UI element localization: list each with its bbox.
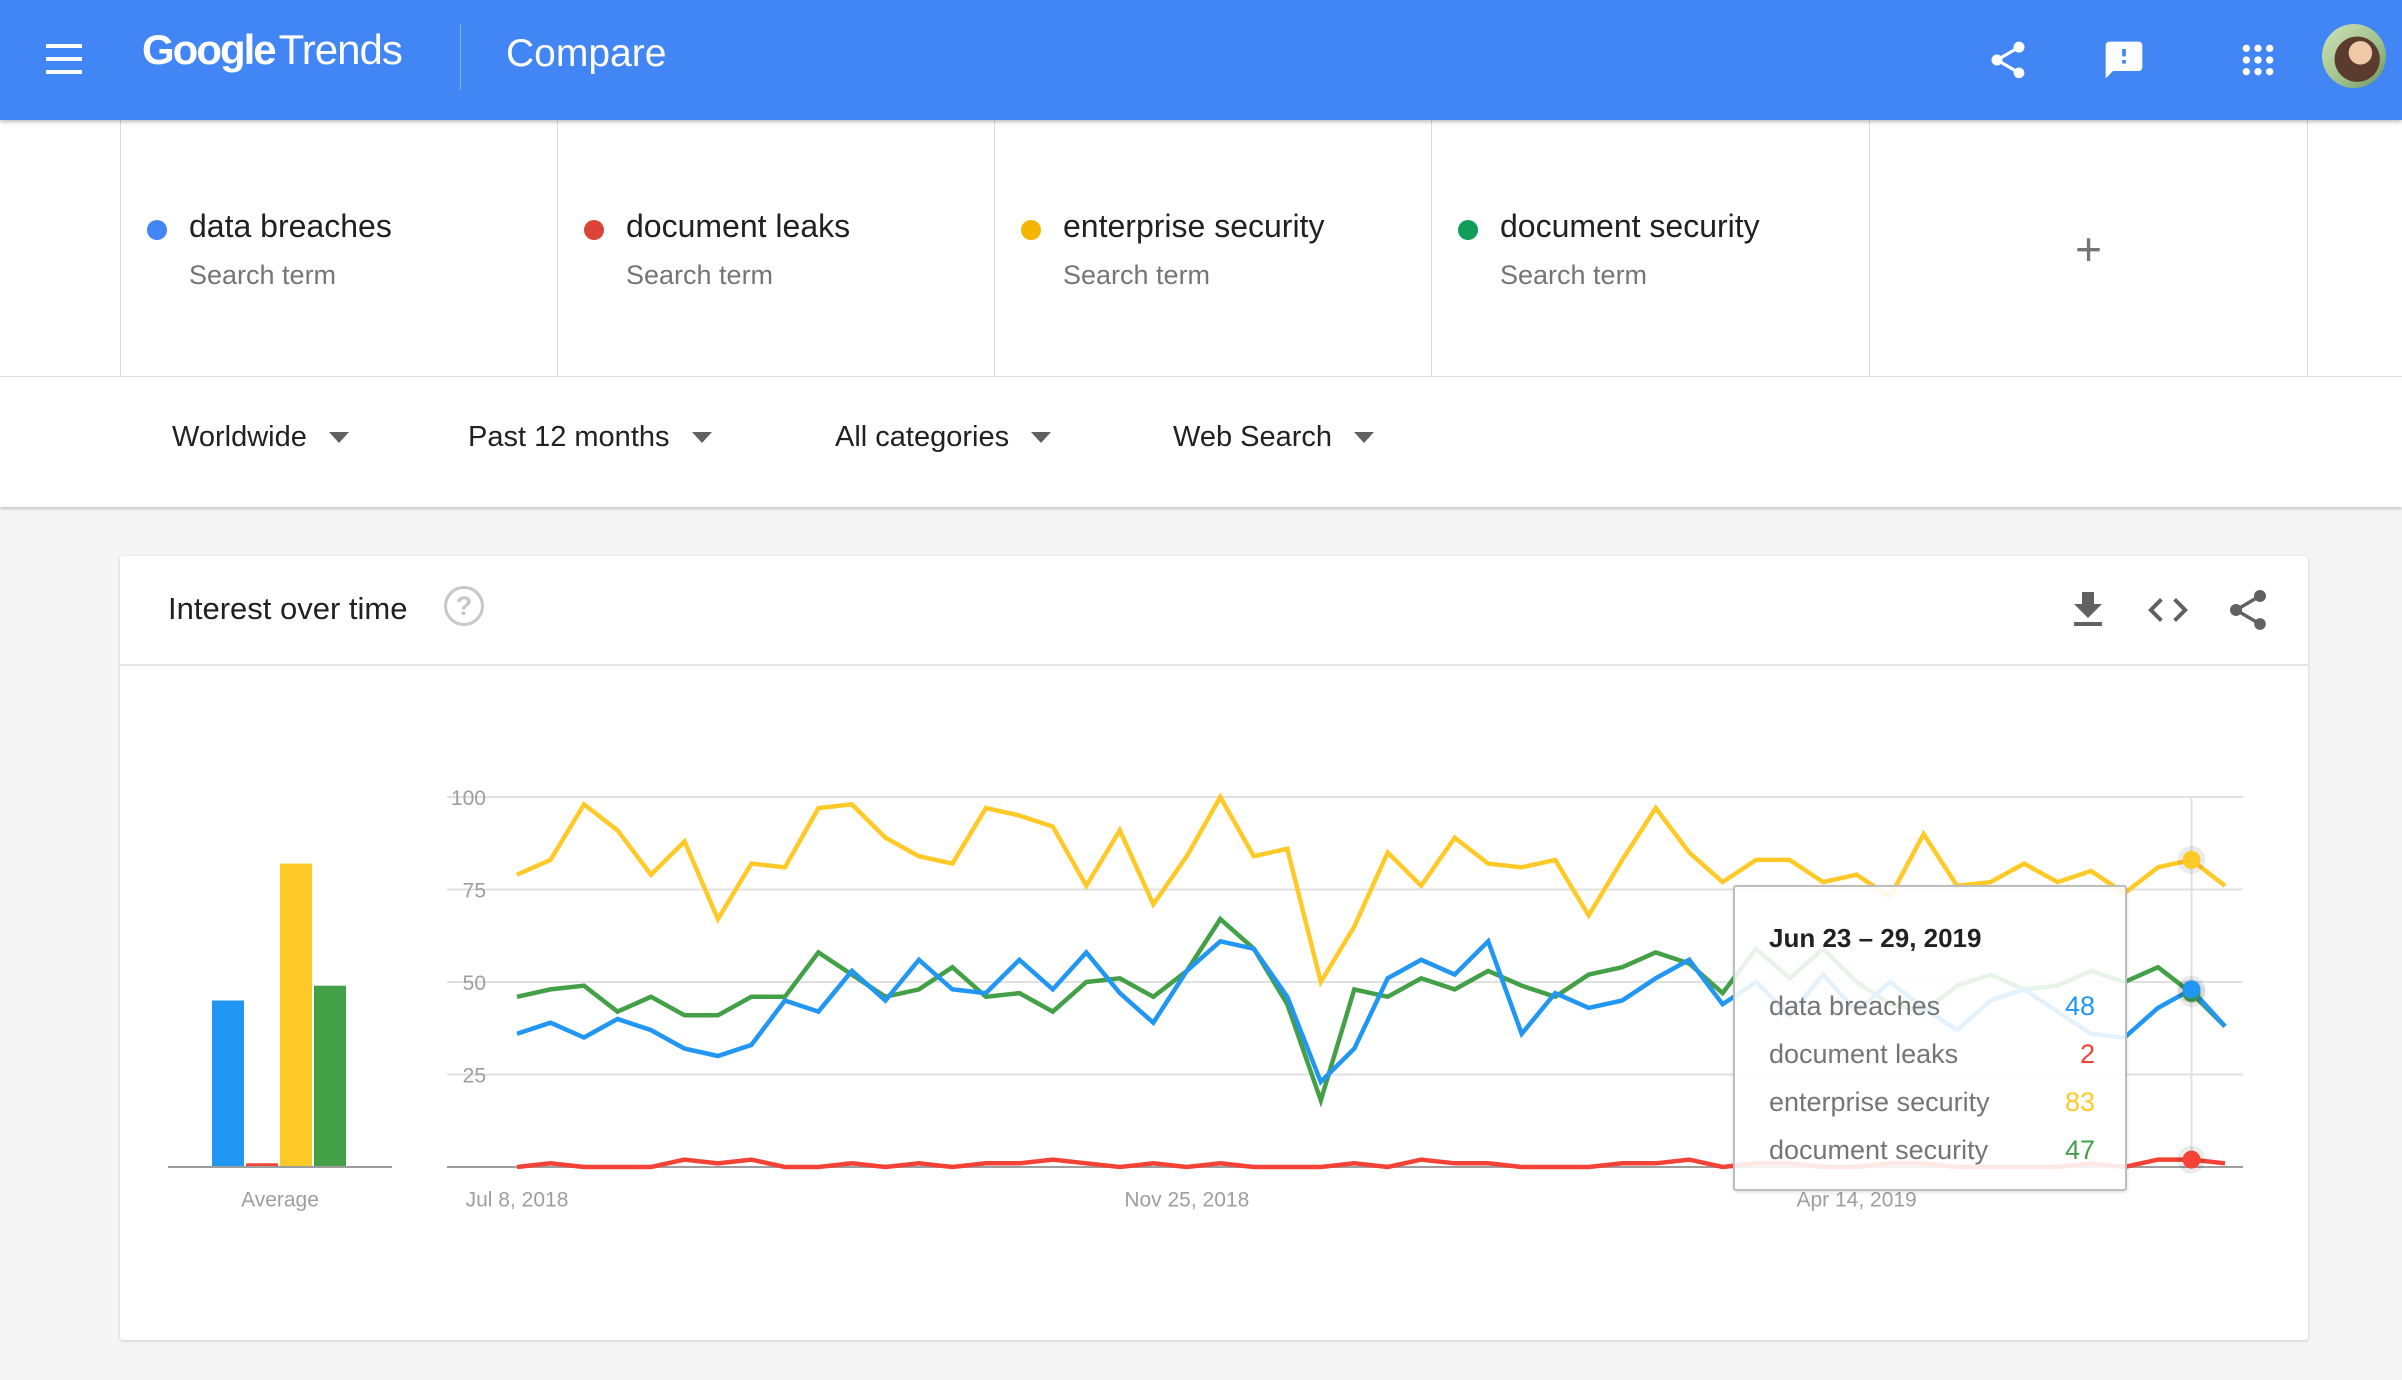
tooltip-row: enterprise security 83 [1769,1087,2095,1118]
hover-marker-data-breaches [2182,980,2201,999]
chart-axis-labels: 25 50 75 100 Jul 8, 2018 Nov 25, 2018 Apr 14, … [451,787,1917,1211]
tooltip-row: data breaches 48 [1769,991,2095,1022]
x-tick-label: Nov 25, 2018 [1124,1188,1249,1211]
hover-marker-enterprise-security [2182,850,2201,869]
tooltip-term: enterprise security [1769,1087,1990,1117]
google-trends-logo[interactable]: GoogleTrends [142,26,403,74]
y-tick-label: 75 [463,880,486,903]
y-tick-label: 25 [463,1065,486,1088]
logo-google: Google [142,26,277,73]
tooltip-term: document security [1769,1135,1989,1165]
tooltip-term: document leaks [1769,1039,1959,1069]
tooltip-row: document security 47 [1769,1135,2095,1166]
tooltip-value: 83 [2064,1087,2095,1117]
account-avatar[interactable] [2322,24,2386,88]
tooltip-value: 48 [2064,991,2095,1021]
menu-icon[interactable] [40,38,88,82]
chart-tooltip: Jun 23 – 29, 2019 data breaches 48 docum… [1733,885,2127,1191]
feedback-icon[interactable] [2092,28,2156,92]
page-title: Compare [506,32,667,75]
y-tick-label: 100 [451,787,486,810]
tooltip-value: 2 [2079,1039,2095,1069]
average-bar-data-breaches [212,1000,244,1167]
x-tick-label: Jul 8, 2018 [466,1188,569,1211]
average-bar-chart: Average [168,863,392,1211]
tooltip-term: data breaches [1769,991,1941,1021]
average-label: Average [241,1188,319,1211]
apps-grid-icon[interactable] [2226,28,2290,92]
share-icon[interactable] [1976,28,2040,92]
x-tick-label: Apr 14, 2019 [1796,1188,1916,1211]
tooltip-row: document leaks 2 [1769,1039,2095,1070]
app-bar-divider [460,24,461,90]
app-bar: GoogleTrends Compare [0,0,2402,120]
hover-marker-document-leaks [2182,1150,2201,1169]
tooltip-date: Jun 23 – 29, 2019 [1769,923,1982,953]
tooltip-value: 47 [2064,1135,2095,1165]
y-tick-label: 50 [463,972,486,995]
average-bar-document-security [314,985,346,1167]
logo-trends: Trends [278,26,403,73]
average-bar-enterprise-security [280,863,312,1167]
